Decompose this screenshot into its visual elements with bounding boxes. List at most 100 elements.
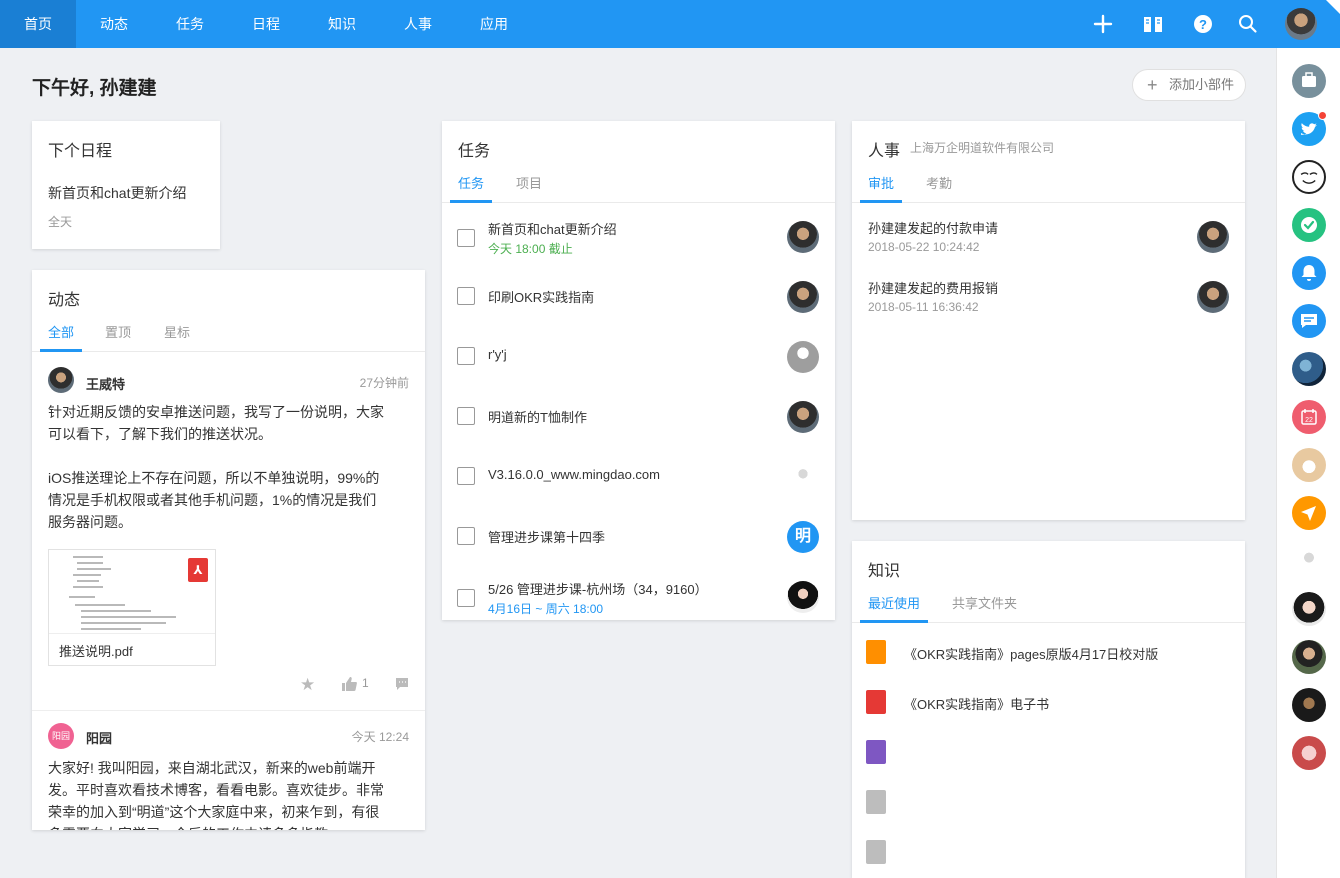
- feed-card: 动态 全部 置顶 星标 王威特 27分钟前 针对近期反馈的安卓推送问题，我写了一…: [32, 270, 425, 830]
- post-author[interactable]: 王威特: [86, 374, 125, 393]
- cat-avatar[interactable]: [1292, 448, 1326, 482]
- task-due: 今天 18:00 截止: [488, 242, 573, 256]
- task-assignee-avatar[interactable]: [787, 221, 819, 253]
- task-row[interactable]: 管理进步课第十四季 明: [442, 504, 835, 564]
- hr-item-title[interactable]: 孙建建发起的付款申请: [868, 218, 998, 237]
- check-icon[interactable]: [1292, 208, 1326, 242]
- task-assignee-avatar[interactable]: [787, 341, 819, 373]
- schedule-event[interactable]: 新首页和chat更新介绍: [48, 183, 186, 203]
- task-name[interactable]: V3.16.0.0_www.mingdao.com: [488, 467, 660, 482]
- task-name[interactable]: 新首页和chat更新介绍: [488, 219, 617, 238]
- file-row[interactable]: [852, 738, 1245, 778]
- task-row[interactable]: 新首页和chat更新介绍今天 18:00 截止: [442, 204, 835, 264]
- nav-tasks[interactable]: 任务: [152, 0, 228, 48]
- task-checkbox[interactable]: [457, 347, 475, 365]
- troll-face-icon[interactable]: [1292, 160, 1326, 194]
- tab-tasks[interactable]: 任务: [458, 173, 484, 192]
- nav-calendar[interactable]: 日程: [228, 0, 304, 48]
- girl-avatar[interactable]: [1292, 592, 1326, 626]
- file-row[interactable]: 《OKR实践指南》电子书: [852, 688, 1245, 728]
- task-name[interactable]: r'y'j: [488, 347, 507, 362]
- tab-pinned[interactable]: 置顶: [105, 322, 131, 341]
- file-row[interactable]: [852, 838, 1245, 878]
- task-row[interactable]: r'y'j: [442, 324, 835, 384]
- tab-attendance[interactable]: 考勤: [926, 173, 952, 192]
- knowledge-tabs: 最近使用 共享文件夹: [852, 591, 1245, 623]
- task-checkbox[interactable]: [457, 589, 475, 607]
- earth-icon[interactable]: [1292, 352, 1326, 386]
- pale-avatar[interactable]: [1292, 544, 1326, 578]
- hr-item-avatar[interactable]: [1197, 221, 1229, 253]
- right-rail: 22: [1276, 48, 1340, 878]
- task-checkbox[interactable]: [457, 527, 475, 545]
- tab-approval[interactable]: 审批: [868, 173, 894, 192]
- task-checkbox[interactable]: [457, 287, 475, 305]
- task-name[interactable]: 印刷OKR实践指南: [488, 287, 594, 306]
- book-icon[interactable]: [1141, 12, 1165, 36]
- money-avatar[interactable]: [1292, 736, 1326, 770]
- task-row[interactable]: 明道新的T恤制作: [442, 384, 835, 444]
- task-row[interactable]: 印刷OKR实践指南: [442, 264, 835, 324]
- feed-tabs: 全部 置顶 星标: [32, 320, 425, 352]
- briefcase-icon[interactable]: [1292, 64, 1326, 98]
- add-widget-button[interactable]: + 添加小部件: [1132, 69, 1246, 101]
- task-name[interactable]: 5/26 管理进步课-杭州场（34，9160）: [488, 579, 708, 598]
- task-checkbox[interactable]: [457, 229, 475, 247]
- schedule-card: 下个日程 新首页和chat更新介绍 全天: [32, 121, 220, 249]
- task-assignee-avatar[interactable]: 明: [787, 521, 819, 553]
- task-assignee-avatar[interactable]: [787, 581, 819, 613]
- attachment-card[interactable]: ⅄ 推送说明.pdf: [48, 549, 216, 666]
- twitter-icon[interactable]: [1292, 111, 1327, 146]
- chat-icon[interactable]: [1292, 304, 1326, 338]
- task-assignee-avatar[interactable]: [787, 281, 819, 313]
- thumbs-up-icon[interactable]: [341, 677, 357, 691]
- help-icon[interactable]: ?: [1191, 12, 1215, 36]
- task-name[interactable]: 明道新的T恤制作: [488, 407, 587, 426]
- task-checkbox[interactable]: [457, 467, 475, 485]
- nav-feed[interactable]: 动态: [76, 0, 152, 48]
- task-assignee-avatar[interactable]: [787, 401, 819, 433]
- post-author[interactable]: 阳园: [86, 728, 112, 747]
- task-checkbox[interactable]: [457, 407, 475, 425]
- tasks-tabs: 任务 项目: [442, 171, 835, 203]
- search-icon[interactable]: [1236, 12, 1260, 36]
- post-author-avatar[interactable]: 阳园: [48, 723, 74, 749]
- plus-icon: +: [1147, 75, 1158, 95]
- tab-shared-folders[interactable]: 共享文件夹: [952, 593, 1017, 612]
- post-author-avatar[interactable]: [48, 367, 74, 393]
- tab-all[interactable]: 全部: [48, 322, 74, 341]
- comment-icon[interactable]: [395, 677, 409, 690]
- user-avatar[interactable]: [1285, 8, 1317, 40]
- calendar-icon[interactable]: 22: [1292, 400, 1326, 434]
- nav-hr[interactable]: 人事: [380, 0, 456, 48]
- star-icon[interactable]: ★: [300, 675, 315, 695]
- hr-item-avatar[interactable]: [1197, 281, 1229, 313]
- knowledge-card: 知识 最近使用 共享文件夹 《OKR实践指南》pages原版4月17日校对版 《O…: [852, 541, 1245, 878]
- plus-icon[interactable]: [1091, 12, 1115, 36]
- nav-home[interactable]: 首页: [0, 0, 76, 48]
- corner-flag: [1326, 0, 1340, 14]
- tab-recent[interactable]: 最近使用: [868, 593, 920, 612]
- task-due: 4月16日 ~ 周六 18:00: [488, 602, 604, 616]
- feed-title: 动态: [48, 292, 81, 309]
- task-assignee-avatar[interactable]: [787, 461, 819, 493]
- tab-projects[interactable]: 项目: [516, 173, 542, 192]
- post-text: 针对近期反馈的安卓推送问题，我写了一份说明，大家 可以看下，了解下我们的推送状况…: [48, 404, 384, 530]
- send-icon[interactable]: [1292, 496, 1326, 530]
- hr-item-time: 2018-05-22 10:24:42: [868, 240, 980, 254]
- man-avatar[interactable]: [1292, 640, 1326, 674]
- file-name[interactable]: 《OKR实践指南》pages原版4月17日校对版: [904, 644, 1158, 663]
- nav-apps[interactable]: 应用: [456, 0, 532, 48]
- task-name[interactable]: 管理进步课第十四季: [488, 527, 605, 546]
- bell-icon[interactable]: [1292, 256, 1326, 290]
- tab-starred[interactable]: 星标: [164, 322, 190, 341]
- file-row[interactable]: [852, 788, 1245, 828]
- task-row[interactable]: V3.16.0.0_www.mingdao.com: [442, 444, 835, 504]
- file-row[interactable]: 《OKR实践指南》pages原版4月17日校对版: [852, 638, 1245, 678]
- task-row[interactable]: 5/26 管理进步课-杭州场（34，9160） 4月16日 ~ 周六 18:00: [442, 564, 835, 620]
- tasks-card: 任务 任务 项目 新首页和chat更新介绍今天 18:00 截止印刷OKR实践指…: [442, 121, 835, 620]
- file-name[interactable]: 《OKR实践指南》电子书: [904, 694, 1049, 713]
- dark-avatar[interactable]: [1292, 688, 1326, 722]
- hr-item-title[interactable]: 孙建建发起的费用报销: [868, 278, 998, 297]
- nav-knowledge[interactable]: 知识: [304, 0, 380, 48]
